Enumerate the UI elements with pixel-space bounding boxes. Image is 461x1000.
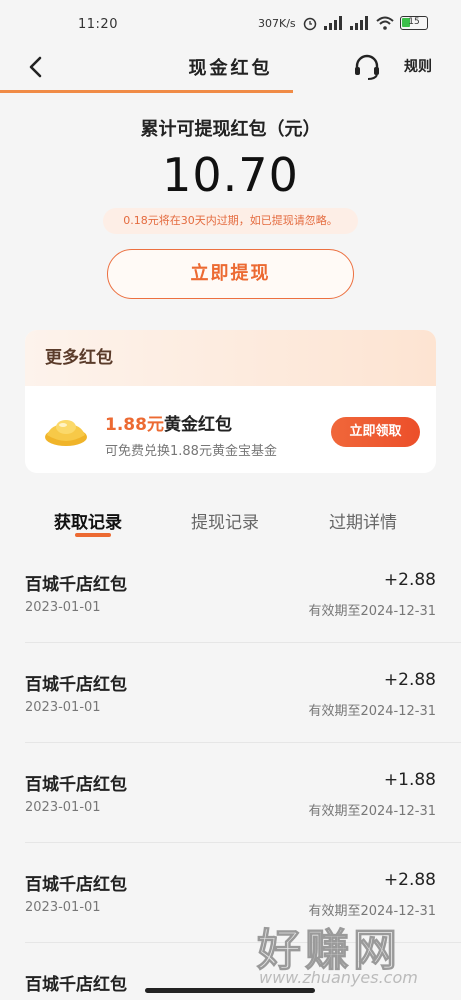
record-value: +2.88 <box>383 670 436 690</box>
record-name: 百城千店红包 <box>25 975 127 995</box>
alarm-icon <box>303 17 317 31</box>
withdrawable-label: 累计可提现红包（元） <box>140 119 321 140</box>
tab-withdraw-records[interactable]: 提现记录 <box>191 508 259 533</box>
record-tabs: 获取记录 提现记录 过期详情 <box>0 500 461 544</box>
tab-active-indicator <box>75 533 111 537</box>
tab-expired-details[interactable]: 过期详情 <box>329 508 397 533</box>
gold-packet-amount: 1.88元 <box>105 415 164 435</box>
gold-packet-name: 黄金红包 <box>163 415 232 435</box>
record-expiry: 有效期至2024-12-31 <box>308 804 436 819</box>
status-net-speed: 307K/s <box>258 17 296 30</box>
claim-button[interactable]: 立即领取 <box>331 417 420 447</box>
battery-icon: 15 <box>400 16 428 30</box>
tab-obtain-records[interactable]: 获取记录 <box>54 508 122 533</box>
expire-note: 0.18元将在30天内过期，如已提现请忽略。 <box>103 208 358 234</box>
gold-packet-title: 1.88元黄金红包 <box>105 410 232 435</box>
record-value: +2.88 <box>383 570 436 590</box>
record-date: 2023-01-01 <box>25 700 101 715</box>
record-expiry: 有效期至2024-12-31 <box>308 704 436 719</box>
home-indicator[interactable] <box>145 988 315 993</box>
withdraw-button[interactable]: 立即提现 <box>107 249 354 299</box>
list-item[interactable]: 百城千店红包 2023-01-01 +1.88 有效期至2024-12-31 <box>25 743 461 843</box>
record-expiry: 有效期至2024-12-31 <box>308 604 436 619</box>
more-card-title: 更多红包 <box>25 330 436 386</box>
gold-packet-desc: 可免费兑换1.88元黄金宝基金 <box>105 444 277 459</box>
record-name: 百城千店红包 <box>25 675 127 695</box>
record-date: 2023-01-01 <box>25 600 101 615</box>
rules-link[interactable]: 规则 <box>404 56 432 76</box>
header: 现金红包 规则 <box>0 44 461 90</box>
page-title: 现金红包 <box>188 58 273 79</box>
watermark-url: www.zhuanyes.com <box>259 968 418 987</box>
record-date: 2023-01-01 <box>25 800 101 815</box>
record-name: 百城千店红包 <box>25 775 127 795</box>
withdrawable-amount: 10.70 <box>162 148 299 202</box>
record-value: +1.88 <box>383 770 436 790</box>
record-value: +2.88 <box>383 870 436 890</box>
more-red-packets-card: 更多红包 1.88元黄金红包 可免费兑换1.88元黄金宝基金 立即领取 <box>25 330 436 473</box>
watermark: 好赚网 www.zhuanyes.com <box>253 910 453 995</box>
record-name: 百城千店红包 <box>25 575 127 595</box>
list-item[interactable]: 百城千店红包 2023-01-01 +2.88 有效期至2024-12-31 <box>25 643 461 743</box>
status-bar: 11:20 307K/s 15 <box>0 0 461 44</box>
gold-ingot-icon <box>45 420 87 446</box>
list-item[interactable]: 百城千店红包 2023-01-01 +2.88 有效期至2024-12-31 <box>25 543 461 643</box>
status-icons: 15 <box>302 15 428 31</box>
wifi-icon <box>376 16 394 30</box>
signal-icon-2 <box>350 16 368 30</box>
record-date: 2023-01-01 <box>25 900 101 915</box>
battery-level: 15 <box>408 17 420 27</box>
header-progress-line <box>0 90 293 93</box>
signal-icon <box>324 16 342 30</box>
record-name: 百城千店红包 <box>25 875 127 895</box>
status-time: 11:20 <box>78 17 118 32</box>
headset-icon[interactable] <box>351 51 383 83</box>
